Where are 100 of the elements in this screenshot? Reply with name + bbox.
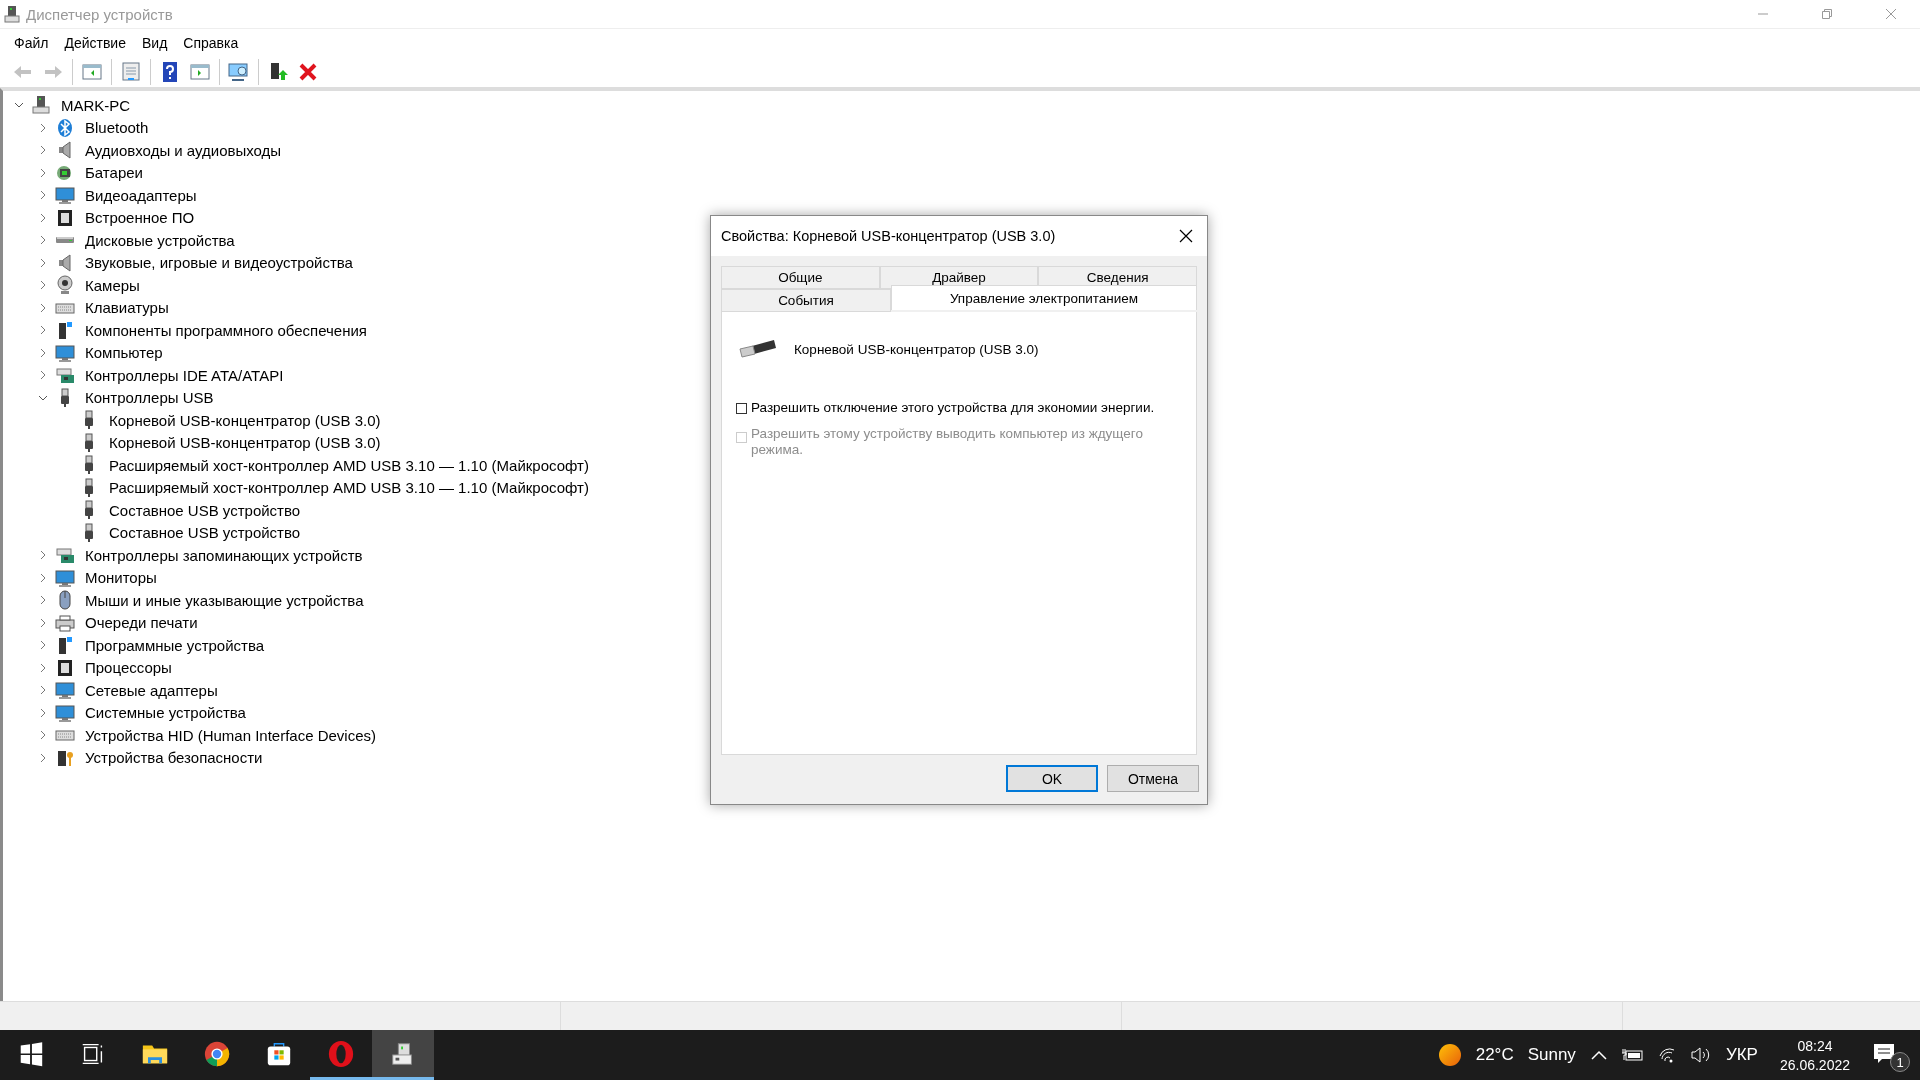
menu-item[interactable]: Справка — [175, 31, 247, 55]
chevron-right-icon[interactable] — [38, 257, 48, 268]
tree-item[interactable]: MARK-PC — [61, 96, 131, 114]
chevron-right-icon[interactable] — [38, 347, 48, 358]
menu-item[interactable]: Файл — [6, 31, 57, 55]
chevron-right-icon[interactable] — [38, 325, 48, 336]
chevron-right-icon[interactable] — [38, 595, 48, 606]
chevron-right-icon[interactable] — [38, 212, 48, 223]
tree-item[interactable]: Камеры — [85, 276, 140, 294]
tree-item[interactable]: Мониторы — [85, 569, 157, 587]
chevron-right-icon[interactable] — [38, 122, 48, 133]
chevron-right-icon[interactable] — [38, 370, 48, 381]
dialog-title: Свойства: Корневой USB-концентратор (USB 3.0) — [721, 228, 1057, 244]
chevron-right-icon[interactable] — [38, 685, 48, 696]
tree-item[interactable]: Контроллеры IDE ATA/ATAPI — [85, 366, 284, 384]
monitor-icon — [55, 680, 75, 701]
language-indicator[interactable]: УКР — [1725, 1045, 1758, 1065]
tree-item[interactable]: Компьютер — [85, 344, 163, 362]
sun-icon — [1437, 1043, 1462, 1067]
tree-item[interactable]: Видеоадаптеры — [85, 186, 197, 204]
chevron-right-icon[interactable] — [38, 235, 48, 246]
weather-condition[interactable]: Sunny — [1527, 1045, 1576, 1065]
tree-item[interactable]: Программные устройства — [85, 636, 265, 654]
disk-drive-icon — [55, 236, 75, 245]
action-pane-icon — [189, 61, 211, 83]
monitor-icon — [55, 185, 75, 206]
monitor-icon — [55, 567, 75, 588]
chevron-right-icon[interactable] — [38, 752, 48, 763]
speaker-icon[interactable] — [1689, 1046, 1712, 1064]
scan-hardware-icon — [228, 61, 250, 83]
tree-item[interactable]: Батареи — [85, 164, 143, 182]
clock-time[interactable]: 08:24 — [1797, 1037, 1833, 1054]
tab[interactable]: События — [721, 289, 891, 312]
chevron-up-icon[interactable] — [1589, 1049, 1608, 1061]
close-icon — [1885, 8, 1897, 20]
webcam-icon — [55, 275, 75, 296]
tree-item[interactable]: Устройства HID (Human Interface Devices) — [85, 726, 377, 744]
tree-item[interactable]: Bluetooth — [85, 119, 149, 137]
tree-item[interactable]: Устройства безопасности — [85, 749, 263, 767]
tree-item[interactable]: Компоненты программного обеспечения — [85, 321, 367, 339]
tree-item[interactable]: Корневой USB-концентратор (USB 3.0) — [109, 411, 381, 429]
device-manager-icon — [4, 5, 20, 23]
tree-item[interactable]: Контроллеры запоминающих устройств — [85, 546, 363, 564]
browser-icon — [203, 1039, 231, 1068]
tree-item[interactable]: Мыши и иные указывающие устройства — [85, 591, 364, 609]
weather-temperature[interactable]: 22°C — [1475, 1045, 1514, 1065]
chevron-right-icon[interactable] — [38, 167, 48, 178]
tab[interactable]: Общие — [721, 266, 880, 289]
tab[interactable]: Управление электропитанием — [891, 285, 1197, 310]
chevron-right-icon[interactable] — [38, 707, 48, 718]
chip-icon — [55, 207, 75, 228]
tree-item[interactable]: Встроенное ПО — [85, 209, 195, 227]
tree-item[interactable]: Процессоры — [85, 659, 172, 677]
monitor-icon — [55, 342, 75, 363]
tree-item[interactable]: Контроллеры USB — [85, 389, 214, 407]
tree-item[interactable]: Расширяемый хост-контроллер AMD USB 3.10 — 1.10 (Майкрософт) — [109, 479, 589, 497]
chevron-right-icon[interactable] — [38, 662, 48, 673]
checkbox-label: Разрешить этому устройству выводить компьютер из ждущего режима. — [751, 426, 1144, 458]
opera-logo-icon — [327, 1039, 355, 1068]
chevron-right-icon[interactable] — [38, 550, 48, 561]
tree-item[interactable]: Аудиовходы и аудиовыходы — [85, 141, 282, 159]
tree-item[interactable]: Очереди печати — [85, 614, 198, 632]
battery-icon[interactable] — [1621, 1048, 1644, 1062]
notification-icon[interactable] — [1872, 1042, 1896, 1066]
chevron-right-icon[interactable] — [38, 640, 48, 651]
controller-icon — [55, 545, 75, 566]
notification-count: 1 — [1890, 1052, 1910, 1072]
restore-icon — [1821, 8, 1833, 20]
menu-item[interactable]: Вид — [133, 31, 176, 55]
wifi-icon[interactable] — [1657, 1046, 1676, 1064]
tree-item[interactable]: Сетевые адаптеры — [85, 681, 218, 699]
tree-item[interactable]: Клавиатуры — [85, 299, 169, 317]
taskbar-button[interactable] — [372, 1030, 434, 1080]
tree-item[interactable]: Системные устройства — [85, 704, 246, 722]
chevron-right-icon[interactable] — [38, 145, 48, 156]
tree-item[interactable]: Составное USB устройство — [109, 501, 301, 519]
cancel-button[interactable]: Отмена — [1107, 765, 1199, 792]
device-name: Корневой USB-концентратор (USB 3.0) — [794, 341, 1039, 357]
printer-icon — [55, 612, 75, 633]
chevron-right-icon[interactable] — [38, 572, 48, 583]
clock-date[interactable]: 26.06.2022 — [1779, 1056, 1850, 1073]
chevron-right-icon[interactable] — [38, 280, 48, 291]
ok-button[interactable]: OK — [1006, 765, 1098, 792]
tree-item[interactable]: Звуковые, игровые и видеоустройства — [85, 254, 353, 272]
console-tree-icon — [81, 61, 103, 83]
chevron-right-icon[interactable] — [38, 730, 48, 741]
tree-item[interactable]: Составное USB устройство — [109, 524, 301, 542]
tree-item[interactable]: Дисковые устройства — [85, 231, 235, 249]
tree-item[interactable]: Расширяемый хост-контроллер AMD USB 3.10 — 1.10 (Майкрософт) — [109, 456, 589, 474]
computer-icon — [31, 95, 51, 116]
bluetooth-icon — [55, 117, 75, 138]
close-icon — [1179, 229, 1193, 243]
chevron-right-icon[interactable] — [38, 617, 48, 628]
chevron-right-icon[interactable] — [38, 302, 48, 313]
chevron-right-icon[interactable] — [38, 190, 48, 201]
tree-item[interactable]: Корневой USB-концентратор (USB 3.0) — [109, 434, 381, 452]
checkbox[interactable] — [736, 403, 747, 414]
checkbox-label: Разрешить отключение этого устройства для экономии энергии. — [751, 400, 1155, 416]
window-title: Диспетчер устройств — [26, 5, 174, 23]
menu-item[interactable]: Действие — [56, 31, 134, 55]
